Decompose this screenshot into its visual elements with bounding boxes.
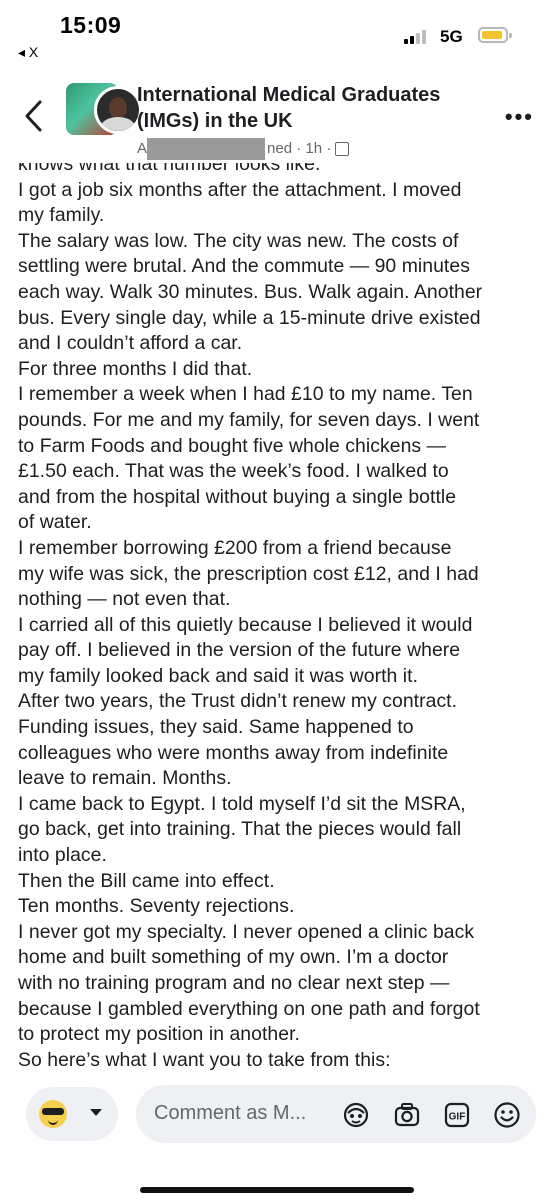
post-text-line: my family. [18, 204, 105, 227]
post-text-line: with no training program and no clear ne… [18, 972, 450, 994]
post-body: knows what that number looks like. I got … [18, 163, 542, 1075]
comment-bar: GIF [0, 1075, 554, 1199]
post-text-line: For three months I did that. [18, 357, 253, 380]
post-text-line: go back, get into training. That the pie… [18, 818, 462, 841]
emoji-icon[interactable] [493, 1101, 521, 1129]
post-header: International Medical Graduates (IMGs) i… [0, 70, 554, 168]
battery-icon [478, 27, 512, 43]
post-text-line: I got a job six months after the attachm… [18, 178, 462, 201]
post-text-line: settling were brutal. And the commute — … [18, 255, 470, 278]
post-text-line: into place. [18, 844, 107, 867]
post-text-line: to Farm Foods and bought five whole chic… [18, 434, 447, 457]
comment-input[interactable] [154, 1097, 334, 1129]
post-text-line: pay off. I believed in the version of th… [18, 639, 461, 662]
avatar-sticker-icon[interactable] [342, 1101, 370, 1129]
signal-icon [404, 30, 432, 44]
status-time: 15:09 [60, 12, 122, 38]
back-chevron-icon[interactable] [22, 98, 46, 134]
post-text-line: my wife was sick, the prescription cost … [18, 562, 479, 585]
post-text-line: After two years, the Trust didn’t renew … [18, 690, 458, 713]
group-name[interactable]: International Medical Graduates (IMGs) i… [137, 82, 467, 134]
post-meta: Aned · 1h · [137, 138, 350, 160]
post-text-line: leave to remain. Months. [18, 767, 232, 790]
post-text-line: So here’s what I want you to take from t… [18, 1048, 391, 1071]
post-text-line: I came back to Egypt. I told myself I’d … [18, 792, 466, 815]
more-options-button[interactable]: ••• [505, 104, 534, 130]
post-text-line: and from the hospital without buying a s… [18, 485, 457, 508]
post-text-line: colleagues who were months away from ind… [18, 741, 449, 764]
author-avatar[interactable] [94, 86, 142, 134]
camera-icon[interactable] [393, 1101, 421, 1129]
post-text-line: knows what that number looks like. [18, 163, 321, 175]
sunglasses-emoji-icon [39, 1100, 67, 1128]
post-text-line: nothing — not even that. [18, 588, 231, 611]
post-text-line: my family looked back and said it was wo… [18, 664, 419, 687]
post-text-line: to protect my position in another. [18, 1023, 300, 1046]
post-text-line: home and built something of my own. I’m … [18, 946, 449, 969]
status-bar: 15:09 ◂ X 5G [0, 0, 554, 70]
post-text-line: I carried all of this quietly because I … [18, 613, 473, 636]
post-text-line: I remember a week when I had £10 to my n… [18, 383, 473, 406]
post-text-line: I never got my specialty. I never opened… [18, 920, 475, 943]
svg-text:GIF: GIF [449, 1112, 466, 1123]
post-text-line: The salary was low. The city was new. Th… [18, 229, 459, 252]
meta-time: ned · 1h · [267, 139, 332, 157]
home-indicator [140, 1187, 414, 1193]
gif-icon[interactable]: GIF [443, 1101, 471, 1129]
author-name-partial[interactable]: A [137, 140, 147, 157]
post-text-line: because I gambled everything on one path… [18, 997, 480, 1020]
redacted-author [147, 138, 266, 160]
post-text-line: each way. Walk 30 minutes. Bus. Walk aga… [18, 280, 483, 303]
reaction-picker-button[interactable] [26, 1087, 118, 1141]
chevron-down-icon [90, 1109, 102, 1116]
post-text-line: Funding issues, they said. Same happened… [18, 716, 414, 739]
post-text-line: Then the Bill came into effect. [18, 869, 275, 892]
post-text-line: £1.50 each. That was the week’s food. I … [18, 460, 449, 483]
network-label: 5G [440, 27, 463, 46]
comment-box[interactable]: GIF [136, 1085, 536, 1143]
post-text-line: I remember borrowing £200 from a friend … [18, 536, 452, 559]
post-text-line: bus. Every single day, while a 15-minute… [18, 306, 481, 329]
back-to-app-link[interactable]: ◂ X [18, 44, 38, 61]
post-text-line: pounds. For me and my family, for seven … [18, 408, 480, 431]
audience-icon [335, 142, 350, 156]
post-text-line: of water. [18, 511, 92, 534]
post-text-line: Ten months. Seventy rejections. [18, 895, 295, 918]
post-text-line: and I couldn’t afford a car. [18, 332, 243, 355]
